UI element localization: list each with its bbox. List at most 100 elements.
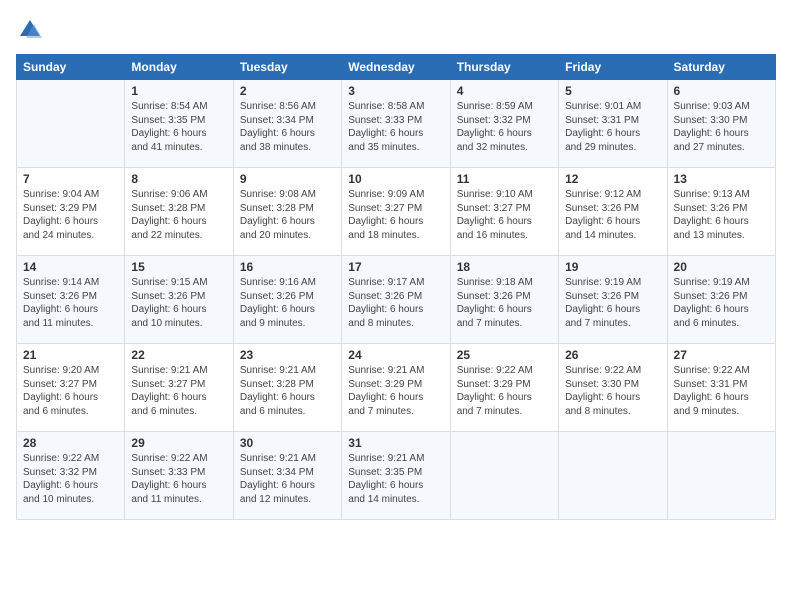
cell-info: Sunrise: 9:17 AM Sunset: 3:26 PM Dayligh…: [348, 276, 443, 330]
week-row: 21 Sunrise: 9:20 AM Sunset: 3:27 PM Dayli…: [17, 344, 776, 432]
cell-info: Sunrise: 9:14 AM Sunset: 3:26 PM Dayligh…: [23, 276, 118, 330]
calendar-cell: 25 Sunrise: 9:22 AM Sunset: 3:29 PM Dayli…: [450, 344, 558, 432]
cell-info: Sunrise: 8:54 AM Sunset: 3:35 PM Dayligh…: [131, 100, 226, 154]
cell-info: Sunrise: 9:04 AM Sunset: 3:29 PM Dayligh…: [23, 188, 118, 242]
cell-info: Sunrise: 9:21 AM Sunset: 3:29 PM Dayligh…: [348, 364, 443, 418]
col-header-friday: Friday: [559, 55, 667, 80]
day-number: 10: [348, 172, 443, 186]
calendar-cell: 17 Sunrise: 9:17 AM Sunset: 3:26 PM Dayli…: [342, 256, 450, 344]
day-number: 17: [348, 260, 443, 274]
calendar-cell: 27Sunrise: 9:22 AM Sunset: 3:31 PM Dayli…: [667, 344, 775, 432]
calendar-cell: [667, 432, 775, 520]
calendar-cell: 21 Sunrise: 9:20 AM Sunset: 3:27 PM Dayli…: [17, 344, 125, 432]
calendar-table: SundayMondayTuesdayWednesdayThursdayFrid…: [16, 54, 776, 520]
cell-info: Sunrise: 9:19 AM Sunset: 3:26 PM Dayligh…: [674, 276, 769, 330]
calendar-cell: 28 Sunrise: 9:22 AM Sunset: 3:32 PM Dayli…: [17, 432, 125, 520]
day-number: 2: [240, 84, 335, 98]
day-number: 28: [23, 436, 118, 450]
cell-info: Sunrise: 9:03 AM Sunset: 3:30 PM Dayligh…: [674, 100, 769, 154]
cell-info: Sunrise: 9:16 AM Sunset: 3:26 PM Dayligh…: [240, 276, 335, 330]
cell-info: Sunrise: 9:21 AM Sunset: 3:27 PM Dayligh…: [131, 364, 226, 418]
col-header-tuesday: Tuesday: [233, 55, 341, 80]
calendar-cell: 3Sunrise: 8:58 AM Sunset: 3:33 PM Daylig…: [342, 80, 450, 168]
day-number: 12: [565, 172, 660, 186]
day-number: 1: [131, 84, 226, 98]
cell-info: Sunrise: 8:59 AM Sunset: 3:32 PM Dayligh…: [457, 100, 552, 154]
cell-info: Sunrise: 9:21 AM Sunset: 3:35 PM Dayligh…: [348, 452, 443, 506]
day-number: 25: [457, 348, 552, 362]
day-number: 31: [348, 436, 443, 450]
day-number: 29: [131, 436, 226, 450]
cell-info: Sunrise: 9:22 AM Sunset: 3:30 PM Dayligh…: [565, 364, 660, 418]
calendar-cell: 19 Sunrise: 9:19 AM Sunset: 3:26 PM Dayli…: [559, 256, 667, 344]
cell-info: Sunrise: 9:22 AM Sunset: 3:32 PM Dayligh…: [23, 452, 118, 506]
calendar-cell: 8 Sunrise: 9:06 AM Sunset: 3:28 PM Daylig…: [125, 168, 233, 256]
calendar-cell: 26 Sunrise: 9:22 AM Sunset: 3:30 PM Dayli…: [559, 344, 667, 432]
day-number: 21: [23, 348, 118, 362]
cell-info: Sunrise: 9:12 AM Sunset: 3:26 PM Dayligh…: [565, 188, 660, 242]
calendar-cell: 1 Sunrise: 8:54 AM Sunset: 3:35 PM Daylig…: [125, 80, 233, 168]
col-header-monday: Monday: [125, 55, 233, 80]
day-number: 19: [565, 260, 660, 274]
day-number: 26: [565, 348, 660, 362]
day-number: 7: [23, 172, 118, 186]
calendar-cell: 31 Sunrise: 9:21 AM Sunset: 3:35 PM Dayli…: [342, 432, 450, 520]
calendar-cell: 18 Sunrise: 9:18 AM Sunset: 3:26 PM Dayli…: [450, 256, 558, 344]
calendar-cell: 16 Sunrise: 9:16 AM Sunset: 3:26 PM Dayli…: [233, 256, 341, 344]
cell-info: Sunrise: 9:20 AM Sunset: 3:27 PM Dayligh…: [23, 364, 118, 418]
day-number: 4: [457, 84, 552, 98]
logo-icon: [16, 16, 44, 44]
week-row: 1 Sunrise: 8:54 AM Sunset: 3:35 PM Daylig…: [17, 80, 776, 168]
day-number: 16: [240, 260, 335, 274]
calendar-cell: 22Sunrise: 9:21 AM Sunset: 3:27 PM Dayli…: [125, 344, 233, 432]
week-row: 14 Sunrise: 9:14 AM Sunset: 3:26 PM Dayli…: [17, 256, 776, 344]
cell-info: Sunrise: 9:01 AM Sunset: 3:31 PM Dayligh…: [565, 100, 660, 154]
calendar-container: SundayMondayTuesdayWednesdayThursdayFrid…: [0, 0, 792, 612]
col-header-saturday: Saturday: [667, 55, 775, 80]
col-header-thursday: Thursday: [450, 55, 558, 80]
calendar-cell: 6 Sunrise: 9:03 AM Sunset: 3:30 PM Daylig…: [667, 80, 775, 168]
cell-info: Sunrise: 9:10 AM Sunset: 3:27 PM Dayligh…: [457, 188, 552, 242]
cell-info: Sunrise: 9:22 AM Sunset: 3:29 PM Dayligh…: [457, 364, 552, 418]
calendar-cell: 5 Sunrise: 9:01 AM Sunset: 3:31 PM Daylig…: [559, 80, 667, 168]
col-header-sunday: Sunday: [17, 55, 125, 80]
calendar-cell: 15Sunrise: 9:15 AM Sunset: 3:26 PM Dayli…: [125, 256, 233, 344]
cell-info: Sunrise: 9:09 AM Sunset: 3:27 PM Dayligh…: [348, 188, 443, 242]
calendar-cell: [450, 432, 558, 520]
calendar-cell: 23Sunrise: 9:21 AM Sunset: 3:28 PM Dayli…: [233, 344, 341, 432]
day-number: 9: [240, 172, 335, 186]
cell-info: Sunrise: 9:08 AM Sunset: 3:28 PM Dayligh…: [240, 188, 335, 242]
cell-info: Sunrise: 9:13 AM Sunset: 3:26 PM Dayligh…: [674, 188, 769, 242]
calendar-cell: 12 Sunrise: 9:12 AM Sunset: 3:26 PM Dayli…: [559, 168, 667, 256]
calendar-cell: 10 Sunrise: 9:09 AM Sunset: 3:27 PM Dayli…: [342, 168, 450, 256]
day-number: 14: [23, 260, 118, 274]
calendar-cell: [17, 80, 125, 168]
day-number: 11: [457, 172, 552, 186]
week-row: 28 Sunrise: 9:22 AM Sunset: 3:32 PM Dayli…: [17, 432, 776, 520]
week-row: 7 Sunrise: 9:04 AM Sunset: 3:29 PM Daylig…: [17, 168, 776, 256]
cell-info: Sunrise: 9:06 AM Sunset: 3:28 PM Dayligh…: [131, 188, 226, 242]
cell-info: Sunrise: 9:18 AM Sunset: 3:26 PM Dayligh…: [457, 276, 552, 330]
day-number: 3: [348, 84, 443, 98]
cell-info: Sunrise: 9:19 AM Sunset: 3:26 PM Dayligh…: [565, 276, 660, 330]
calendar-cell: 4 Sunrise: 8:59 AM Sunset: 3:32 PM Daylig…: [450, 80, 558, 168]
day-number: 30: [240, 436, 335, 450]
calendar-cell: 29 Sunrise: 9:22 AM Sunset: 3:33 PM Dayli…: [125, 432, 233, 520]
calendar-cell: 11 Sunrise: 9:10 AM Sunset: 3:27 PM Dayli…: [450, 168, 558, 256]
logo: [16, 16, 48, 44]
day-number: 5: [565, 84, 660, 98]
header-row: SundayMondayTuesdayWednesdayThursdayFrid…: [17, 55, 776, 80]
day-number: 27: [674, 348, 769, 362]
calendar-cell: [559, 432, 667, 520]
calendar-cell: 24 Sunrise: 9:21 AM Sunset: 3:29 PM Dayli…: [342, 344, 450, 432]
day-number: 23: [240, 348, 335, 362]
day-number: 18: [457, 260, 552, 274]
day-number: 8: [131, 172, 226, 186]
cell-info: Sunrise: 8:56 AM Sunset: 3:34 PM Dayligh…: [240, 100, 335, 154]
cell-info: Sunrise: 9:21 AM Sunset: 3:34 PM Dayligh…: [240, 452, 335, 506]
cell-info: Sunrise: 9:22 AM Sunset: 3:33 PM Dayligh…: [131, 452, 226, 506]
day-number: 24: [348, 348, 443, 362]
cell-info: Sunrise: 9:15 AM Sunset: 3:26 PM Dayligh…: [131, 276, 226, 330]
day-number: 6: [674, 84, 769, 98]
col-header-wednesday: Wednesday: [342, 55, 450, 80]
